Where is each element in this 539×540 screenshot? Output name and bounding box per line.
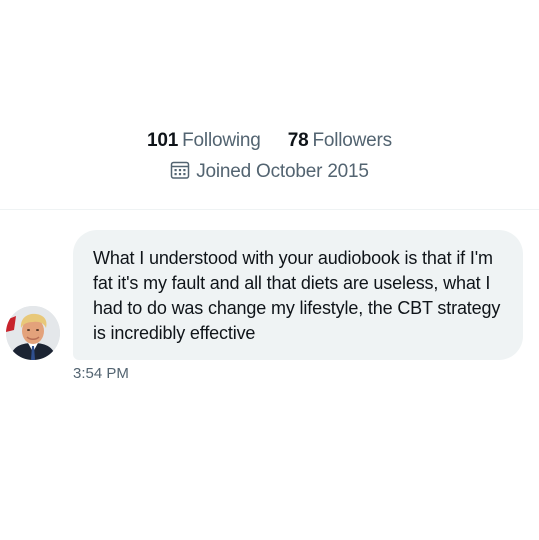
followers-label: Followers xyxy=(312,130,392,151)
following-link[interactable]: 101 Following xyxy=(147,128,261,154)
joined-date: Joined October 2015 xyxy=(0,159,539,185)
following-label: Following xyxy=(182,130,261,151)
avatar[interactable] xyxy=(6,306,60,360)
calendar-icon xyxy=(170,160,190,180)
profile-stats: 101 Following 78 Followers xyxy=(0,128,539,154)
joined-text: Joined October 2015 xyxy=(196,161,369,182)
message-bubble[interactable]: What I understood with your audiobook is… xyxy=(73,230,523,360)
message-timestamp: 3:54 PM xyxy=(73,365,129,382)
message-text: What I understood with your audiobook is… xyxy=(93,248,501,343)
avatar-image xyxy=(6,306,60,360)
followers-count: 78 xyxy=(287,130,309,151)
following-count: 101 xyxy=(147,130,179,151)
followers-link[interactable]: 78 Followers xyxy=(288,128,392,154)
divider xyxy=(0,209,539,210)
